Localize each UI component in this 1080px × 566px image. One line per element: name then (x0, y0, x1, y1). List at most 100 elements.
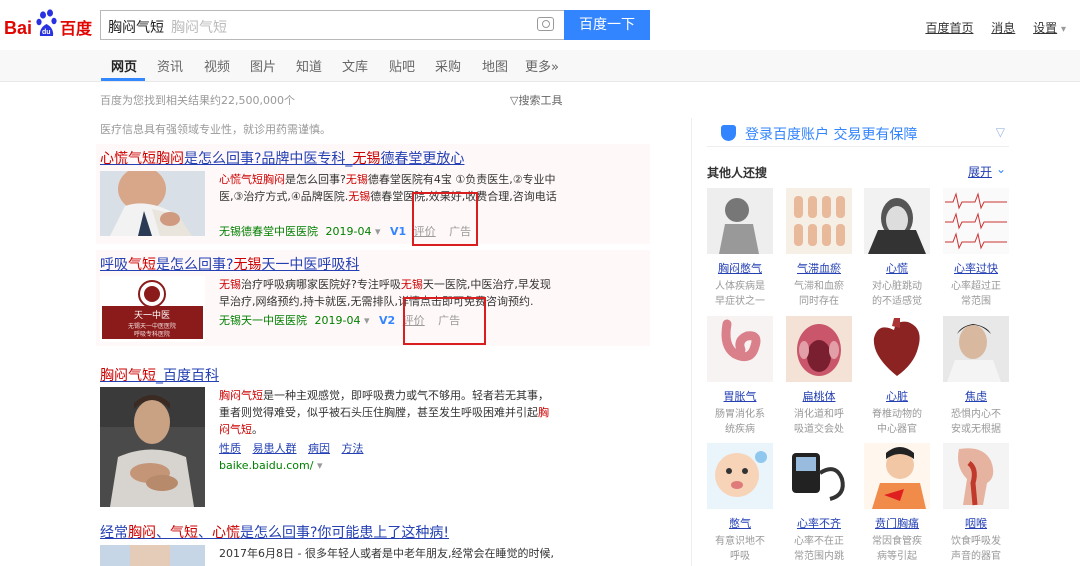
source-name[interactable]: 无锡德春堂中医医院 (219, 225, 318, 238)
chevron-down-icon[interactable]: ▾ (317, 459, 323, 472)
related-card[interactable]: 咽喉 饮食呼吸发 声音的器官 (943, 443, 1009, 564)
chevron-down-icon[interactable]: ⌄ (996, 162, 1006, 176)
keyword-highlight: 无锡 (400, 278, 423, 291)
related-card-desc: 肠胃消化系 统疾病 (707, 407, 773, 437)
svg-text:Bai: Bai (4, 18, 32, 38)
related-card-image[interactable] (707, 443, 773, 509)
result-thumbnail[interactable] (100, 171, 205, 236)
shield-icon (721, 125, 736, 141)
tab-images[interactable]: 图片 (250, 56, 276, 75)
related-card-name[interactable]: 憋气 (707, 515, 773, 531)
related-card-image[interactable] (864, 316, 930, 382)
settings-link[interactable]: 设置 (1033, 21, 1057, 35)
camera-icon[interactable] (537, 17, 554, 31)
login-banner[interactable]: 登录百度账户 交易更有保障 ▽ (707, 121, 1009, 147)
related-card-name[interactable]: 咽喉 (943, 515, 1009, 531)
related-card-name[interactable]: 扁桃体 (786, 388, 852, 404)
baike-link[interactable]: 病因 (308, 442, 330, 455)
verify-badge[interactable]: V2 (379, 314, 395, 327)
tab-more[interactable]: 更多» (525, 56, 559, 75)
related-card-image[interactable] (943, 316, 1009, 382)
related-card-image[interactable] (786, 188, 852, 254)
related-card-image[interactable] (864, 443, 930, 509)
search-input[interactable]: 胸闷气短 胸闷气短 (100, 10, 564, 40)
tab-video[interactable]: 视频 (204, 56, 230, 75)
related-card-name[interactable]: 心率过快 (943, 260, 1009, 276)
result-title[interactable]: 经常胸闷、气短、心慌是怎么回事?你可能患上了这种病! (100, 522, 449, 542)
baidu-logo[interactable]: Bai du 百度 (4, 7, 94, 43)
search-tools[interactable]: ▽搜索工具 (510, 92, 562, 108)
tab-map[interactable]: 地图 (482, 56, 508, 75)
related-card[interactable]: 心率不齐 心率不在正 常范围内跳 (786, 443, 852, 564)
related-card[interactable]: 胸闷憋气人体疾病是 早症状之一 (707, 188, 773, 309)
related-card-name[interactable]: 气滞血瘀 (786, 260, 852, 276)
desc-line: 同时存在 (799, 296, 839, 307)
related-card-name[interactable]: 焦虑 (943, 388, 1009, 404)
keyword-highlight: 无锡 (233, 257, 262, 273)
related-card-image[interactable] (786, 316, 852, 382)
related-card[interactable]: 憋气 有意识地不 呼吸 (707, 443, 773, 564)
related-card[interactable]: 扁桃体消化道和呼 吸道交会处 (786, 316, 852, 437)
tab-tieba[interactable]: 贴吧 (389, 56, 415, 75)
related-card-name[interactable]: 胸闷憋气 (707, 260, 773, 276)
home-link[interactable]: 百度首页 (925, 21, 973, 35)
login-text[interactable]: 登录百度账户 交易更有保障 (745, 124, 917, 144)
keyword-highlight: 心慌气短胸闷 (219, 173, 285, 186)
keyword-highlight: 无锡 (348, 190, 371, 203)
tab-wenku[interactable]: 文库 (342, 56, 368, 75)
related-card[interactable]: 心慌对心脏跳动的不适感觉 (864, 188, 930, 309)
related-card[interactable]: 胃胀气肠胃消化系 统疾病 (707, 316, 773, 437)
related-card[interactable]: 贲门胸痛 常因食管疾 病等引起 (864, 443, 930, 564)
chevron-down-icon[interactable]: ▾ (375, 225, 381, 238)
thumb-text: 无锡天一中医医院 (128, 322, 176, 330)
related-card-image[interactable] (943, 443, 1009, 509)
result-title[interactable]: 呼吸气短是怎么回事?无锡天一中医呼吸科 (100, 254, 359, 274)
related-card-image[interactable] (864, 188, 930, 254)
related-card-desc: 消化道和呼 吸道交会处 (786, 407, 852, 437)
related-card-image[interactable] (943, 188, 1009, 254)
messages-link[interactable]: 消息 (991, 21, 1015, 35)
related-card-image[interactable] (707, 316, 773, 382)
search-query[interactable]: 胸闷气短 (108, 17, 164, 37)
search-ghost-text: 胸闷气短 (171, 20, 227, 36)
baike-link[interactable]: 易患人群 (253, 442, 297, 455)
tab-web[interactable]: 网页 (111, 56, 137, 75)
related-card[interactable]: 焦虑 恐惧内心不 安或无根据 (943, 316, 1009, 437)
result-title[interactable]: 胸闷气短_百度百科 (100, 365, 219, 385)
related-card-name[interactable]: 心率不齐 (786, 515, 852, 531)
tab-caigou[interactable]: 采购 (435, 56, 461, 75)
result-title[interactable]: 心慌气短胸闷是怎么回事?品牌中医专科_无锡德春堂更放心 (100, 148, 464, 168)
related-card-image[interactable] (786, 443, 852, 509)
source-url[interactable]: baike.baidu.com/ (219, 459, 313, 472)
desc-line: 肠胃消化系 (715, 409, 765, 420)
related-card-name[interactable]: 心脏 (864, 388, 930, 404)
text-segment: _百度百科 (156, 368, 219, 384)
source-name[interactable]: 无锡天一中医医院 (219, 314, 307, 327)
baike-link[interactable]: 性质 (219, 442, 241, 455)
related-card[interactable]: 气滞血瘀 气滞和血瘀 同时存在 (786, 188, 852, 309)
related-card[interactable]: 心脏 脊椎动物的 中心器官 (864, 316, 930, 437)
tab-news[interactable]: 资讯 (157, 56, 183, 75)
related-card-desc: 有意识地不 呼吸 (707, 534, 773, 564)
desc-line: 声音的器官 (951, 551, 1001, 562)
text-segment: 经常 (100, 525, 128, 541)
chevron-down-icon[interactable]: ▾ (364, 314, 370, 327)
expand-link[interactable]: 展开 (968, 163, 992, 180)
verify-badge[interactable]: V1 (390, 225, 406, 238)
related-card-name[interactable]: 胃胀气 (707, 388, 773, 404)
related-card-name[interactable]: 心慌 (864, 260, 930, 276)
desc-line: 对心脏跳动 (872, 281, 922, 292)
desc-line: 的不适感觉 (872, 296, 922, 307)
related-card-name[interactable]: 贲门胸痛 (864, 515, 930, 531)
related-card-image[interactable] (707, 188, 773, 254)
related-card[interactable]: 心率过快 心率超过正 常范围 (943, 188, 1009, 309)
tab-zhidao[interactable]: 知道 (296, 56, 322, 75)
result-thumbnail[interactable] (100, 387, 205, 507)
chevron-down-icon[interactable]: ▽ (996, 125, 1005, 139)
baike-link[interactable]: 方法 (342, 442, 364, 455)
related-card-desc: 人体疾病是 早症状之一 (707, 279, 773, 309)
desc-line: 病等引起 (877, 551, 917, 562)
result-thumbnail[interactable] (100, 545, 205, 566)
search-button[interactable]: 百度一下 (564, 10, 650, 40)
result-thumbnail[interactable]: 天一中医 无锡天一中医医院 呼吸专科医院 (100, 276, 205, 342)
